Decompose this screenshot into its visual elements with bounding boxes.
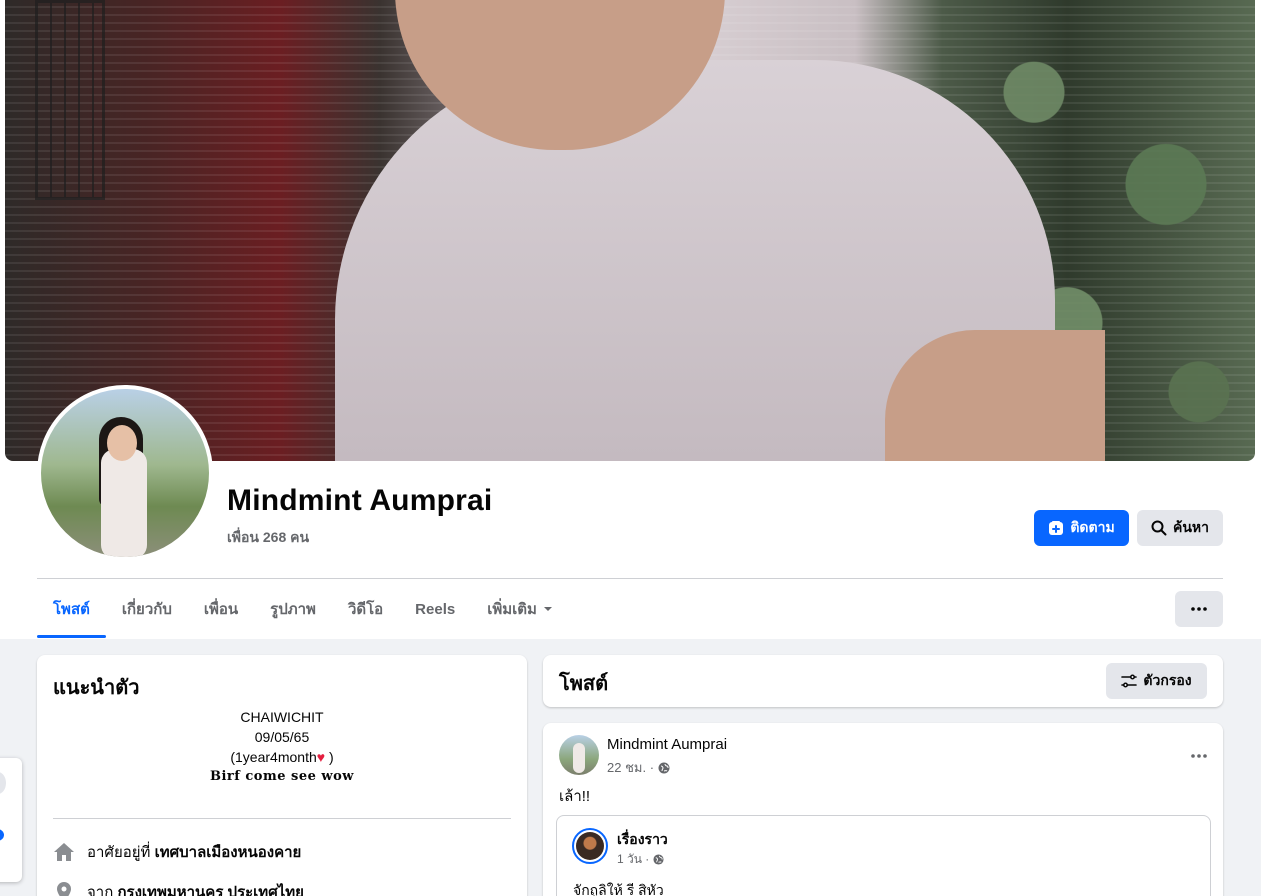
- tab-label: เพื่อน: [203, 601, 239, 618]
- cover-photo[interactable]: [5, 0, 1255, 461]
- profile-more-button[interactable]: [1175, 591, 1223, 627]
- filter-button[interactable]: ตัวกรอง: [1106, 663, 1207, 699]
- tab-more[interactable]: เพิ่มเติม: [471, 580, 569, 638]
- shared-avatar-image: [576, 832, 604, 860]
- profile-avatar[interactable]: [37, 385, 213, 561]
- profile-tabs: โพสต์ เกี่ยวกับ เพื่อน รูปภาพ วิดีโอ Ree…: [37, 580, 569, 638]
- intro-card: แนะนำตัว CHAIWICHIT 09/05/65 (1year4mont…: [37, 655, 527, 896]
- lives-in-row: อาศัยอยู่ที่ เทศบาลเมืองหนองคาย: [53, 840, 301, 864]
- profile-header: Mindmint Aumprai เพื่อน 268 คน ติดตาม ค้…: [0, 0, 1261, 639]
- search-label: ค้นหา: [1172, 519, 1210, 535]
- shared-post[interactable]: เรื่องราว 1 วัน · จักถูลิให้ รี สิหัว: [556, 815, 1211, 896]
- more-dots-icon: [1191, 607, 1207, 611]
- filter-label: ตัวกรอง: [1143, 672, 1192, 688]
- post-author-name[interactable]: Mindmint Aumprai: [607, 736, 727, 753]
- follow-button[interactable]: ติดตาม: [1034, 510, 1129, 546]
- shared-author-avatar[interactable]: [572, 828, 608, 864]
- tab-label: วิดีโอ: [347, 601, 384, 618]
- lives-in-prefix: อาศัยอยู่ที่: [87, 844, 151, 861]
- from-row: จาก กรุงเทพมหานคร ประเทศไทย: [53, 880, 304, 896]
- intro-divider: [53, 818, 511, 819]
- intro-title: แนะนำตัว: [53, 677, 140, 699]
- avatar-face: [107, 425, 137, 461]
- globe-icon: [658, 762, 670, 773]
- floating-side-panel[interactable]: [0, 758, 22, 882]
- tab-posts[interactable]: โพสต์: [37, 580, 106, 638]
- post-meta: 22 ชม. ·: [607, 757, 670, 778]
- heart-icon: ♥: [316, 749, 326, 765]
- post-author-avatar[interactable]: [559, 735, 599, 775]
- side-panel-dot-gray: [0, 772, 6, 794]
- tab-about[interactable]: เกี่ยวกับ: [106, 580, 188, 638]
- lives-in-value[interactable]: เทศบาลเมืองหนองคาย: [155, 844, 302, 861]
- follow-icon: [1049, 521, 1064, 535]
- side-panel-dot-blue: [0, 829, 4, 841]
- post-time[interactable]: 22 ชม. ·: [607, 757, 654, 778]
- cover-window-bars: [35, 0, 105, 200]
- tab-label: รูปภาพ: [270, 601, 316, 618]
- shared-text: จักถูลิให้ รี สิหัว: [573, 882, 664, 896]
- shared-meta: 1 วัน ·: [617, 850, 664, 869]
- tab-label: เกี่ยวกับ: [121, 601, 172, 618]
- search-button[interactable]: ค้นหา: [1137, 510, 1223, 546]
- location-pin-icon: [57, 882, 71, 896]
- globe-icon: [653, 854, 664, 865]
- post-card: Mindmint Aumprai 22 ชม. · เล้า!! เรื่องร…: [543, 723, 1223, 896]
- from-prefix: จาก: [87, 884, 114, 896]
- shared-time[interactable]: 1 วัน ·: [617, 850, 649, 869]
- posts-header-card: โพสต์ ตัวกรอง: [543, 655, 1223, 707]
- friends-count[interactable]: เพื่อน 268 คน: [227, 527, 309, 549]
- profile-name: Mindmint Aumprai: [227, 484, 493, 517]
- header-divider: [37, 578, 1223, 579]
- filter-sliders-icon: [1121, 674, 1138, 688]
- tab-photos[interactable]: รูปภาพ: [254, 580, 332, 638]
- tab-friends[interactable]: เพื่อน: [188, 580, 254, 638]
- bio-line-duration: (1year4month♥ ): [53, 747, 511, 767]
- follow-label: ติดตาม: [1070, 519, 1115, 535]
- bio-line: ): [328, 749, 334, 765]
- search-icon: [1151, 520, 1167, 536]
- tab-label: Reels: [415, 600, 456, 618]
- tab-reels[interactable]: Reels: [399, 580, 471, 638]
- shared-author-name[interactable]: เรื่องราว: [617, 829, 668, 851]
- post-more-button[interactable]: [1191, 743, 1207, 762]
- caret-down-icon: [543, 607, 552, 611]
- bio-line: Birf come see wow: [210, 769, 354, 784]
- bio-line: 09/05/65: [254, 729, 310, 745]
- more-dots-icon: [1191, 754, 1207, 758]
- tab-label: เพิ่มเติม: [487, 601, 537, 618]
- avatar-person: [101, 449, 147, 557]
- post-text: เล้า!!: [559, 788, 591, 805]
- intro-bio: CHAIWICHIT 09/05/65 (1year4month♥ ) Birf…: [53, 707, 511, 787]
- posts-title: โพสต์: [559, 673, 609, 695]
- home-icon: [54, 843, 74, 861]
- tab-videos[interactable]: วิดีโอ: [332, 580, 399, 638]
- cover-person-arm: [885, 330, 1105, 461]
- tab-label: โพสต์: [53, 601, 90, 618]
- bio-line: (1year4month: [230, 749, 317, 765]
- bio-line: CHAIWICHIT: [240, 709, 324, 725]
- from-value[interactable]: กรุงเทพมหานคร ประเทศไทย: [117, 884, 303, 896]
